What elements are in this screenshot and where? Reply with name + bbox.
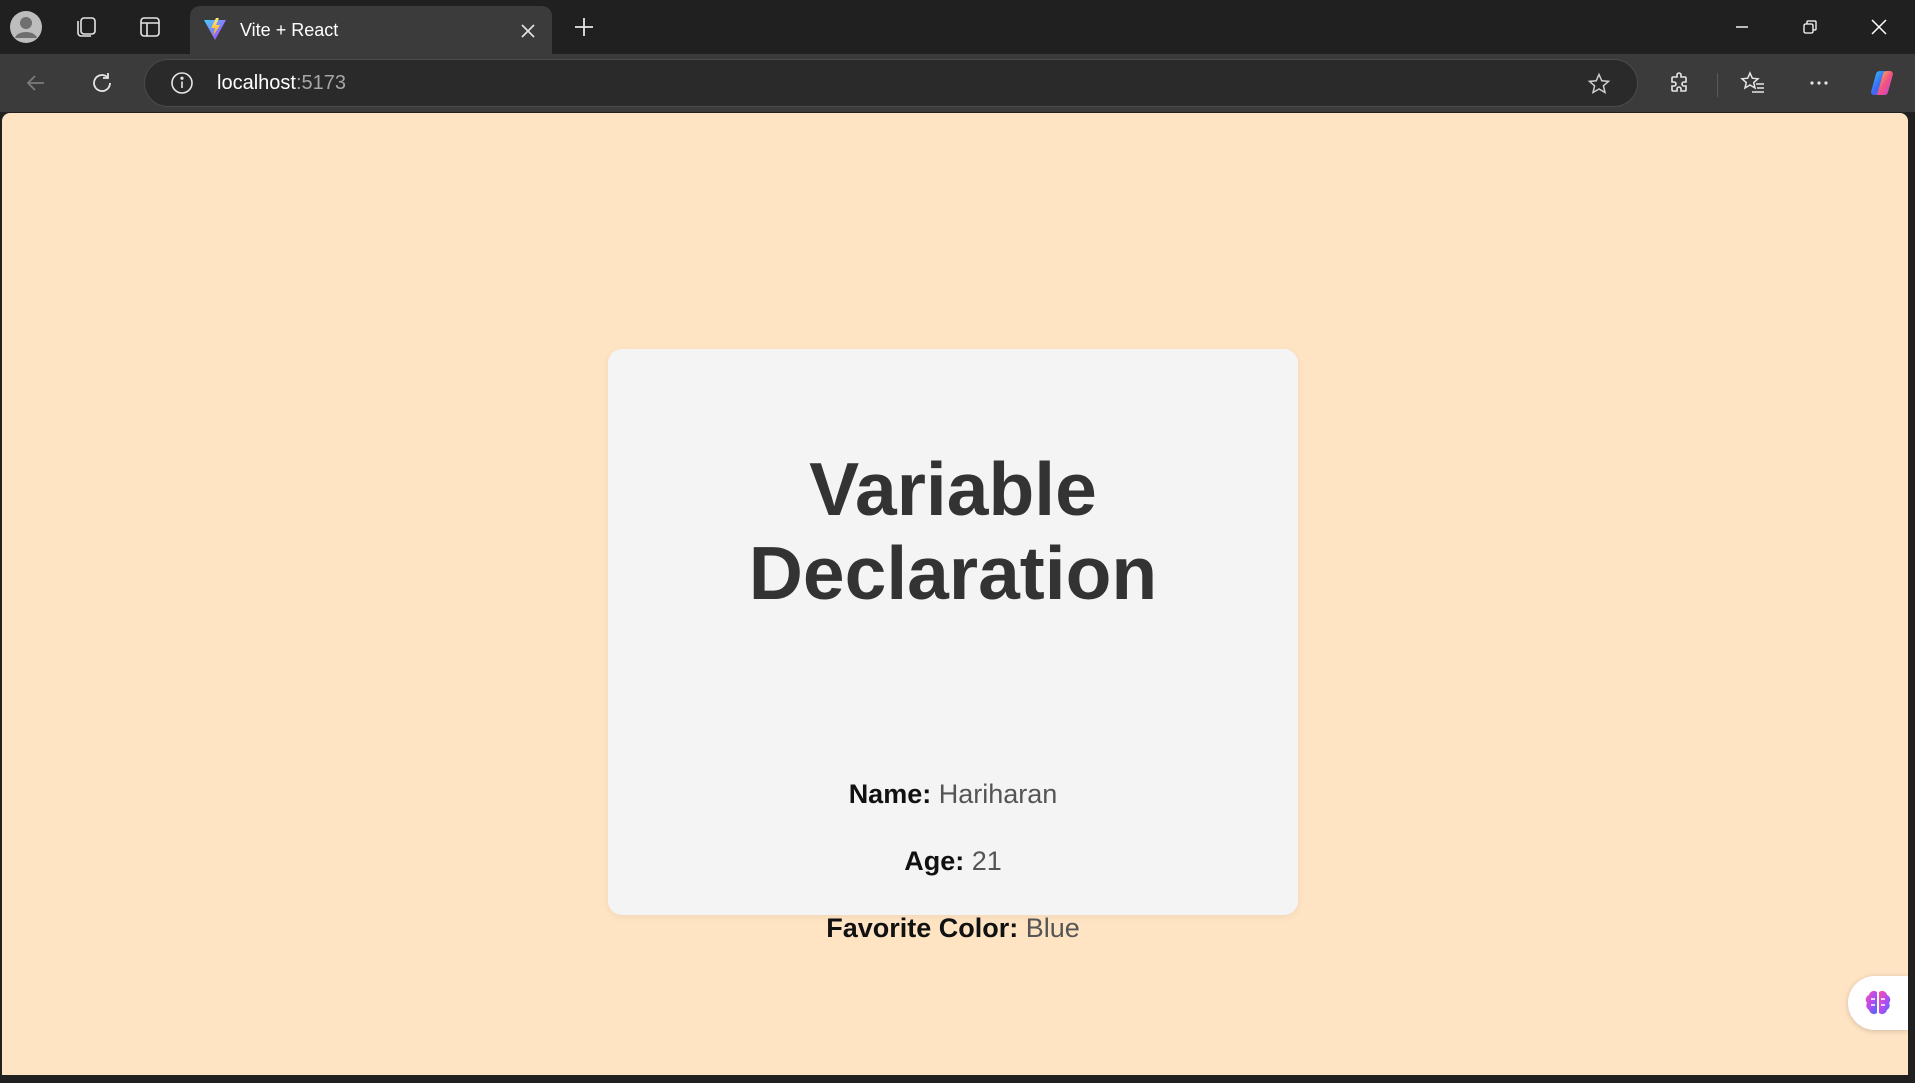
tab-close-icon[interactable] — [515, 18, 541, 44]
tab-actions-icon[interactable] — [131, 8, 169, 46]
favorite-color-row: Favorite Color: Blue — [608, 913, 1298, 944]
age-label: Age: — [904, 846, 965, 876]
restore-icon[interactable] — [1776, 0, 1844, 54]
back-icon[interactable] — [16, 63, 56, 103]
name-value: Hariharan — [938, 779, 1058, 809]
age-row: Age: 21 — [608, 846, 1298, 877]
copilot-icon[interactable] — [1862, 63, 1902, 103]
name-label: Name: — [848, 779, 932, 809]
favorite-color-value: Blue — [1025, 913, 1080, 943]
tab-strip: Vite + React — [0, 0, 1915, 54]
page-viewport: Variable Declaration Name: Hariharan Age… — [2, 113, 1908, 1075]
tab-active[interactable]: Vite + React — [190, 6, 552, 54]
card-title: Variable Declaration — [748, 447, 1158, 615]
favorite-star-icon[interactable] — [1585, 70, 1613, 98]
assistant-brain-button[interactable] — [1848, 976, 1908, 1030]
tab-title: Vite + React — [240, 20, 339, 40]
age-value: 21 — [971, 846, 1002, 876]
workspaces-icon[interactable] — [67, 8, 105, 46]
brain-icon — [1865, 990, 1891, 1015]
toolbar-separator — [1717, 73, 1718, 97]
close-window-icon[interactable] — [1845, 0, 1913, 54]
browser-toolbar: localhost:5173 — [0, 54, 1915, 112]
address-bar[interactable]: localhost:5173 — [144, 59, 1638, 107]
reload-icon[interactable] — [82, 63, 122, 103]
minimize-icon[interactable] — [1708, 0, 1776, 54]
favorites-icon[interactable] — [1733, 63, 1773, 103]
extensions-icon[interactable] — [1660, 63, 1700, 103]
name-row: Name: Hariharan — [608, 779, 1298, 810]
new-tab-icon[interactable] — [565, 8, 603, 46]
profile-avatar-icon[interactable] — [7, 8, 45, 46]
url-text: localhost:5173 — [217, 72, 346, 94]
site-info-icon[interactable] — [169, 70, 195, 96]
favorite-color-label: Favorite Color: — [826, 913, 1019, 943]
vite-favicon-icon — [202, 16, 228, 47]
info-card: Variable Declaration Name: Hariharan Age… — [608, 349, 1298, 943]
more-options-icon[interactable] — [1799, 63, 1839, 103]
